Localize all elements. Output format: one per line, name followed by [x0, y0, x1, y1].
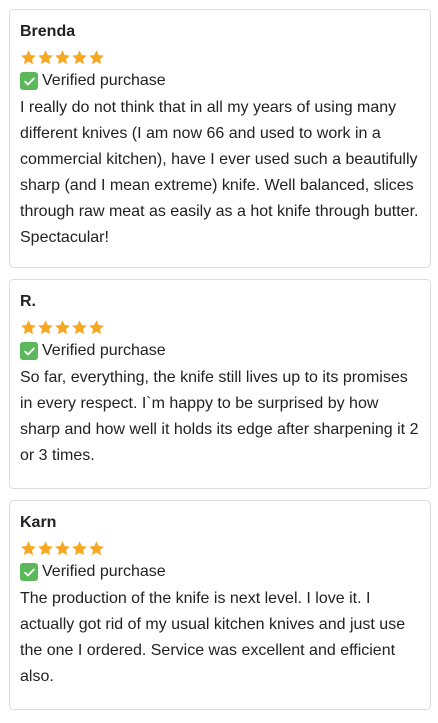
star-icon: [21, 540, 36, 555]
review-card: Karn Verified purchase The production of…: [9, 500, 431, 710]
check-icon: [20, 72, 38, 90]
reviewer-name: Brenda: [20, 23, 76, 40]
verified-label: Verified purchase: [42, 342, 166, 359]
star-icon: [38, 49, 53, 64]
star-icon: [38, 319, 53, 334]
check-icon: [20, 563, 38, 581]
review-card: R. Verified purchase So far, everything,…: [9, 279, 431, 489]
check-icon: [20, 342, 38, 360]
verified-badge: Verified purchase: [20, 340, 420, 362]
star-icon: [89, 49, 104, 64]
star-icon: [72, 540, 87, 555]
verified-badge: Verified purchase: [20, 70, 420, 92]
star-icon: [55, 319, 70, 334]
verified-label: Verified purchase: [42, 563, 166, 580]
star-icon: [89, 540, 104, 555]
star-icon: [38, 540, 53, 555]
review-text: I really do not think that in all my yea…: [20, 99, 419, 246]
star-icon: [21, 49, 36, 64]
verified-label: Verified purchase: [42, 72, 166, 89]
star-rating: [20, 48, 420, 66]
reviews-list: Brenda Verified purchase I really do not…: [0, 0, 438, 710]
review-text: So far, everything, the knife still live…: [20, 369, 419, 464]
star-rating: [20, 539, 420, 557]
reviewer-name: R.: [20, 293, 36, 310]
review-text: The production of the knife is next leve…: [20, 590, 406, 685]
star-icon: [21, 319, 36, 334]
star-icon: [55, 49, 70, 64]
star-icon: [89, 319, 104, 334]
star-rating: [20, 318, 420, 336]
star-icon: [72, 319, 87, 334]
reviewer-name: Karn: [20, 514, 57, 531]
verified-badge: Verified purchase: [20, 561, 420, 583]
star-icon: [72, 49, 87, 64]
star-icon: [55, 540, 70, 555]
review-card: Brenda Verified purchase I really do not…: [9, 9, 431, 268]
